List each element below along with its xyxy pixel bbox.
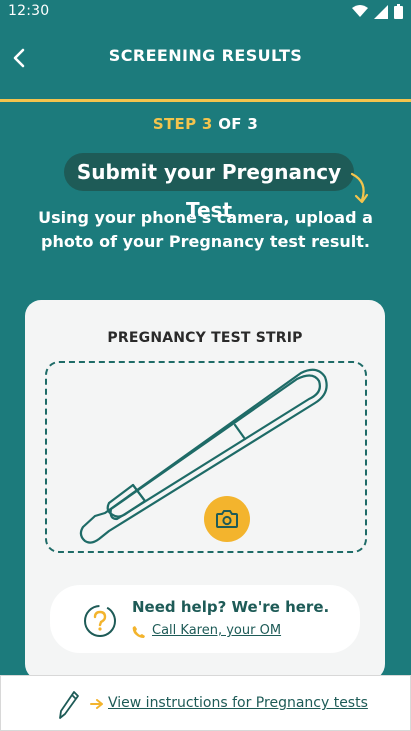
camera-button[interactable]: [204, 496, 250, 542]
header-divider: [0, 99, 411, 102]
instructions-text: Using your phone's camera, upload a phot…: [38, 208, 373, 251]
status-bar: 12:30: [0, 0, 411, 24]
wifi-icon: [352, 5, 368, 17]
call-om-link[interactable]: Call Karen, your OM: [152, 623, 281, 638]
battery-icon: [394, 4, 403, 19]
step-indicator: STEP 3 OF 3: [0, 115, 411, 133]
section-heading: Submit your Pregnancy Test: [64, 153, 354, 222]
photo-upload-area[interactable]: [45, 361, 367, 553]
status-icons: [352, 4, 403, 19]
status-time: 12:30: [8, 3, 50, 19]
step-suffix: OF 3: [212, 115, 259, 133]
signal-icon: [374, 4, 388, 19]
camera-icon: [216, 510, 238, 528]
step-current: 3: [201, 115, 213, 133]
page-title: SCREENING RESULTS: [108, 46, 303, 65]
help-box: Need help? We're here. Call Karen, your …: [50, 585, 360, 653]
upload-card: PREGNANCY TEST STRIP Need help? We're he…: [25, 300, 385, 680]
view-instructions-link[interactable]: View instructions for Pregnancy tests: [108, 695, 368, 711]
pencil-icon: [59, 691, 79, 719]
card-title: PREGNANCY TEST STRIP: [107, 330, 303, 346]
bottom-bar: View instructions for Pregnancy tests: [0, 675, 411, 731]
phone-icon: [132, 626, 145, 638]
question-mark-icon: [84, 605, 116, 637]
app-bar: SCREENING RESULTS: [0, 24, 411, 102]
arrow-right-icon: [90, 699, 103, 709]
step-prefix: STEP: [152, 115, 202, 133]
curved-arrow-icon: [350, 172, 369, 204]
help-title: Need help? We're here.: [132, 598, 330, 616]
